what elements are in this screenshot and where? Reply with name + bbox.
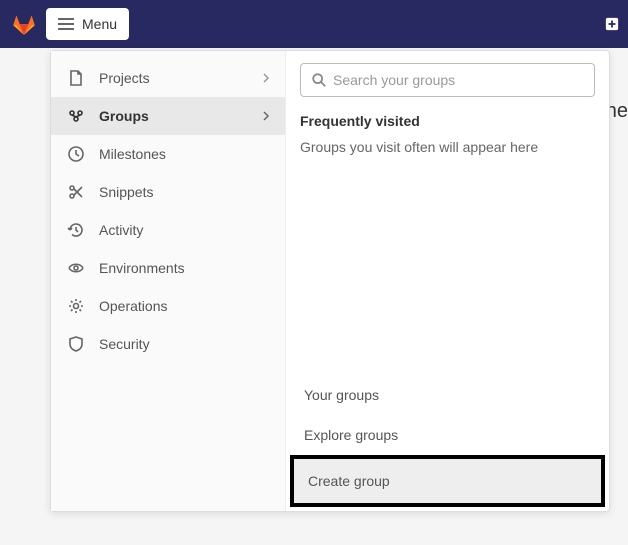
frequently-visited-subtitle: Groups you visit often will appear here: [300, 139, 595, 155]
operations-icon: [67, 297, 85, 315]
sidebar-item-groups[interactable]: Groups: [51, 97, 285, 135]
sidebar-item-label: Security: [99, 336, 150, 352]
menu-dropdown: Projects Groups Milestones Snippet: [50, 50, 610, 512]
sidebar-item-label: Operations: [99, 298, 167, 314]
sidebar-item-environments[interactable]: Environments: [51, 249, 285, 287]
sidebar-item-label: Milestones: [99, 146, 166, 162]
your-groups-link[interactable]: Your groups: [300, 375, 595, 415]
groups-icon: [67, 107, 85, 125]
create-group-link[interactable]: Create group: [294, 459, 601, 503]
menu-button-label: Menu: [82, 16, 117, 32]
sidebar-item-label: Projects: [99, 70, 150, 86]
sidebar-item-label: Environments: [99, 260, 185, 276]
dropdown-sidebar: Projects Groups Milestones Snippet: [51, 51, 286, 511]
shield-icon: [67, 335, 85, 353]
frequently-visited-title: Frequently visited: [300, 113, 595, 129]
sidebar-item-label: Snippets: [99, 184, 153, 200]
environment-icon: [67, 259, 85, 277]
sidebar-item-activity[interactable]: Activity: [51, 211, 285, 249]
sidebar-item-milestones[interactable]: Milestones: [51, 135, 285, 173]
plus-icon[interactable]: [604, 16, 620, 32]
menu-button[interactable]: Menu: [46, 8, 129, 40]
gitlab-logo-icon[interactable]: [10, 10, 38, 38]
search-icon: [311, 72, 327, 88]
hamburger-icon: [58, 15, 74, 33]
explore-groups-link[interactable]: Explore groups: [300, 415, 595, 455]
topbar: Menu: [0, 0, 628, 48]
sidebar-item-security[interactable]: Security: [51, 325, 285, 363]
scissors-icon: [67, 183, 85, 201]
chevron-right-icon: [261, 70, 271, 86]
history-icon: [67, 221, 85, 239]
create-group-highlight: Create group: [290, 455, 605, 507]
clock-icon: [67, 145, 85, 163]
search-input[interactable]: [333, 72, 584, 88]
sidebar-item-snippets[interactable]: Snippets: [51, 173, 285, 211]
sidebar-item-projects[interactable]: Projects: [51, 59, 285, 97]
project-icon: [67, 69, 85, 87]
search-input-wrapper[interactable]: [300, 63, 595, 97]
sidebar-item-label: Groups: [99, 108, 149, 124]
footer-links: Your groups Explore groups Create group: [300, 375, 595, 499]
chevron-right-icon: [261, 108, 271, 124]
sidebar-item-operations[interactable]: Operations: [51, 287, 285, 325]
dropdown-content: Frequently visited Groups you visit ofte…: [286, 51, 609, 511]
sidebar-item-label: Activity: [99, 222, 143, 238]
